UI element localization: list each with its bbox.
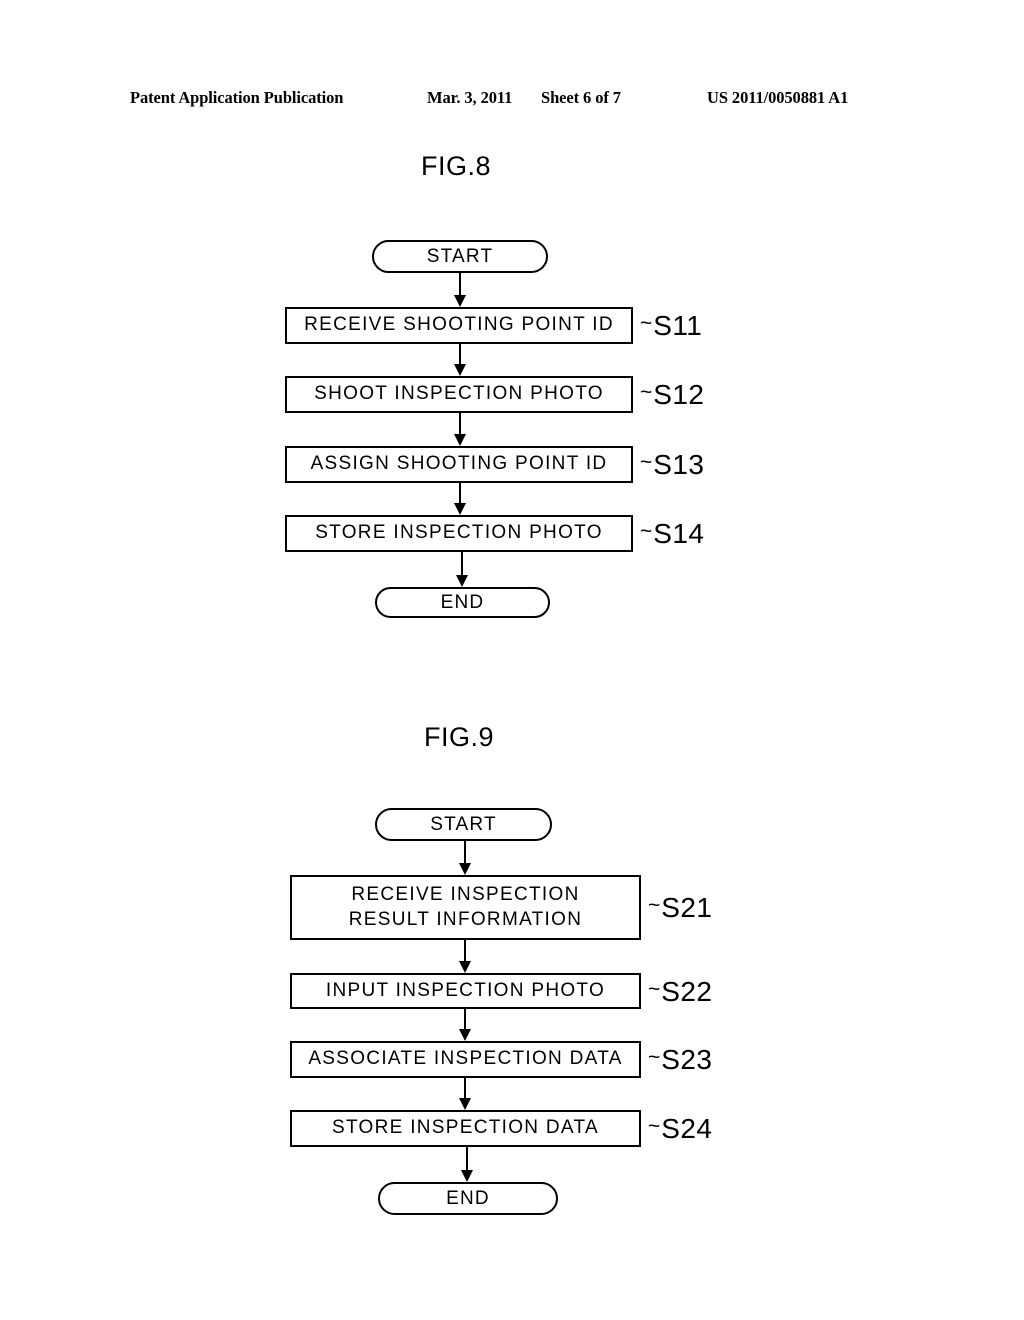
fig8-step-s13-box: ASSIGN SHOOTING POINT ID	[285, 446, 633, 483]
fig8-s11-leader-tilde: ~	[640, 311, 653, 335]
fig9-end-terminal: END	[378, 1182, 558, 1215]
fig8-step-s14-ref: ~ S14	[640, 518, 704, 550]
fig9-arrow-start-to-s21	[458, 841, 472, 875]
fig8-s13-ref-label: S13	[653, 449, 705, 480]
fig9-s22-leader-tilde: ~	[648, 977, 661, 1001]
fig8-s11-ref-label: S11	[653, 310, 703, 341]
fig9-s21-leader-tilde: ~	[648, 893, 661, 917]
fig9-s24-leader-tilde: ~	[648, 1114, 661, 1138]
fig8-end-terminal: END	[375, 587, 550, 618]
fig9-s22-ref-label: S22	[661, 976, 713, 1007]
fig9-arrow-s21-to-s22	[458, 940, 472, 973]
fig9-step-s21-ref: ~ S21	[648, 892, 712, 924]
fig8-step-s14-box: STORE INSPECTION PHOTO	[285, 515, 633, 552]
fig8-step-s13-ref: ~ S13	[640, 449, 704, 481]
fig9-arrow-s22-to-s23	[458, 1009, 472, 1041]
fig8-arrow-start-to-s11	[453, 273, 467, 307]
fig8-s12-leader-tilde: ~	[640, 380, 653, 404]
fig8-start-terminal: START	[372, 240, 548, 273]
figure-9-title: FIG.9	[424, 722, 495, 752]
fig9-s24-ref-label: S24	[661, 1113, 713, 1144]
fig9-step-s21-box: RECEIVE INSPECTION RESULT INFORMATION	[290, 875, 641, 940]
fig8-arrow-s12-to-s13	[453, 413, 467, 446]
page-header: Patent Application Publication Mar. 3, 2…	[0, 88, 1024, 112]
fig8-s13-leader-tilde: ~	[640, 450, 653, 474]
fig8-step-s11-box: RECEIVE SHOOTING POINT ID	[285, 307, 633, 344]
header-sheet-label: Sheet 6 of 7	[541, 88, 621, 107]
fig9-arrow-s23-to-s24	[458, 1078, 472, 1110]
fig8-s12-ref-label: S12	[653, 379, 705, 410]
fig8-s14-leader-tilde: ~	[640, 519, 653, 543]
fig8-arrow-s11-to-s12	[453, 344, 467, 376]
fig8-step-s12-box: SHOOT INSPECTION PHOTO	[285, 376, 633, 413]
fig9-step-s23-box: ASSOCIATE INSPECTION DATA	[290, 1041, 641, 1078]
fig8-arrow-s13-to-s14	[453, 483, 467, 515]
fig8-step-s11-ref: ~ S11	[640, 310, 702, 342]
header-publication-label: Patent Application Publication	[130, 88, 344, 107]
fig9-step-s24-ref: ~ S24	[648, 1113, 712, 1145]
figure-8-title: FIG.8	[421, 151, 492, 181]
fig9-s23-ref-label: S23	[661, 1044, 713, 1075]
fig9-step-s22-ref: ~ S22	[648, 976, 712, 1008]
fig9-step-s22-box: INPUT INSPECTION PHOTO	[290, 973, 641, 1009]
fig9-s21-ref-label: S21	[661, 892, 713, 923]
fig9-step-s23-ref: ~ S23	[648, 1044, 712, 1076]
fig8-step-s12-ref: ~ S12	[640, 379, 704, 411]
fig9-arrow-s24-to-end	[460, 1147, 474, 1182]
fig9-step-s24-box: STORE INSPECTION DATA	[290, 1110, 641, 1147]
fig9-s23-leader-tilde: ~	[648, 1045, 661, 1069]
header-document-number: US 2011/0050881 A1	[707, 88, 849, 107]
header-date-label: Mar. 3, 2011	[427, 88, 513, 107]
fig8-arrow-s14-to-end	[455, 552, 469, 587]
fig8-s14-ref-label: S14	[653, 518, 705, 549]
fig9-start-terminal: START	[375, 808, 552, 841]
